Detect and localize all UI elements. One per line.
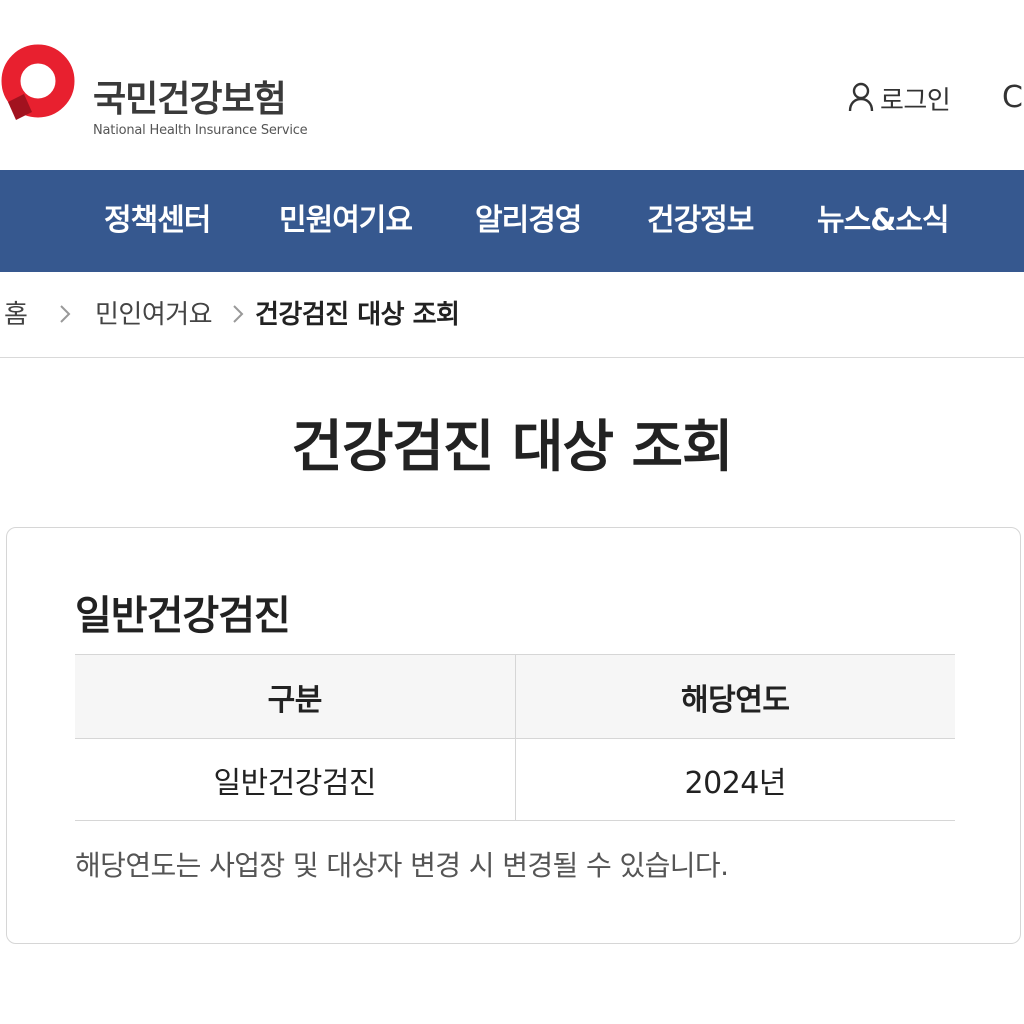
- nav-item-policy-center[interactable]: 정책센터: [104, 170, 211, 272]
- main-navigation: 정책센터 민원여기요 알리경영 건강정보 뉴스&소식: [0, 170, 1024, 272]
- logo-english-name: National Health Insurance Service: [93, 123, 308, 138]
- nav-item-health-info[interactable]: 건강정보: [647, 170, 754, 272]
- logo-korean-name: 국민건강보험: [93, 79, 287, 120]
- breadcrumb-level1[interactable]: 민인여거요: [95, 298, 213, 332]
- user-icon: [848, 82, 874, 116]
- breadcrumb-home[interactable]: 홈: [4, 298, 28, 332]
- breadcrumb-current: 건강검진 대상 조회: [255, 300, 460, 330]
- table-row: 일반건강검진 2024년: [75, 739, 955, 821]
- nav-item-civil-service[interactable]: 민원여기요: [279, 170, 413, 272]
- site-header: 국민건강보험 National Health Insurance Service…: [0, 0, 1024, 170]
- table-cell-category: 일반건강검진: [213, 765, 377, 801]
- login-label: 로그인: [880, 86, 951, 116]
- section-title: 일반건강검진: [75, 593, 291, 639]
- page-title: 건강검진 대상 조회: [291, 415, 733, 480]
- header-utility-link[interactable]: C: [1002, 80, 1023, 115]
- checkup-table: 구분 해당연도 일반건강검진 2024년: [75, 654, 955, 821]
- breadcrumb: 홈 민인여거요 건강검진 대상 조회: [0, 272, 1024, 358]
- notice-text: 해당연도는 사업장 및 대상자 변경 시 변경될 수 있습니다.: [75, 849, 729, 882]
- nav-item-news[interactable]: 뉴스&소식: [817, 170, 950, 272]
- checkup-result-card: 일반건강검진 구분 해당연도 일반건강검진 2024년 해당연도는 사업장 및 …: [6, 527, 1021, 944]
- table-header-category: 구분: [267, 682, 323, 718]
- table-header-row: 구분 해당연도: [75, 655, 955, 739]
- logo-text[interactable]: 국민건강보험 National Health Insurance Service: [93, 79, 308, 140]
- chevron-right-icon: [231, 302, 245, 326]
- table-cell-year: 2024년: [514, 739, 956, 820]
- login-button[interactable]: 로그인: [848, 80, 951, 117]
- chevron-right-icon: [58, 302, 72, 326]
- table-header-year: 해당연도: [514, 655, 956, 738]
- nhis-logo-icon[interactable]: [0, 42, 84, 126]
- nav-item-open-management[interactable]: 알리경영: [475, 170, 582, 272]
